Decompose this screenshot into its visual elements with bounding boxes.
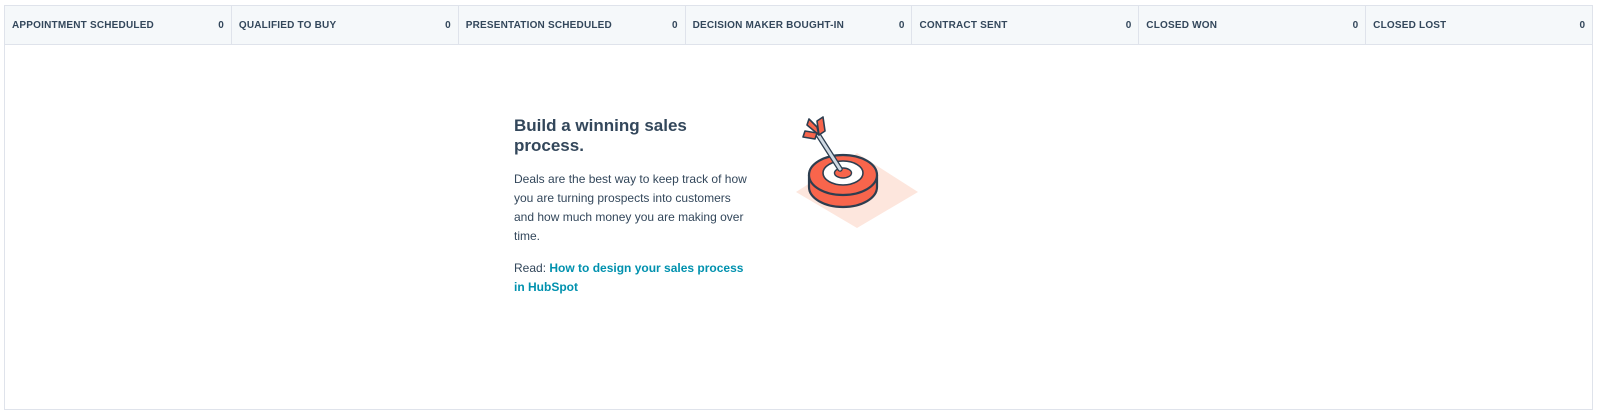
stage-column-closed-won[interactable]: CLOSED WON 0	[1139, 6, 1367, 44]
stage-count: 0	[1125, 19, 1132, 31]
stage-name: CLOSED LOST	[1373, 19, 1447, 31]
stage-count: 0	[672, 19, 678, 31]
empty-state: Build a winning sales process. Deals are…	[514, 116, 754, 297]
target-dart-icon	[795, 115, 919, 233]
stage-column-appointment-scheduled[interactable]: APPOINTMENT SCHEDULED 0	[5, 6, 232, 44]
stage-column-contract-sent[interactable]: CONTRACT SENT 0	[912, 6, 1140, 44]
stage-column-presentation-scheduled[interactable]: PRESENTATION SCHEDULED 0	[459, 6, 686, 44]
stage-name: QUALIFIED TO BUY	[238, 19, 337, 31]
empty-state-description: Deals are the best way to keep track of …	[514, 172, 747, 243]
stage-count: 0	[1352, 19, 1359, 31]
stage-name: CONTRACT SENT	[919, 19, 1008, 31]
stage-count: 0	[218, 19, 224, 31]
stage-name: CLOSED WON	[1146, 19, 1218, 31]
stage-column-qualified-to-buy[interactable]: QUALIFIED TO BUY 0	[232, 6, 459, 44]
stage-name: APPOINTMENT SCHEDULED	[12, 19, 154, 31]
stage-column-decision-maker-bought-in[interactable]: DECISION MAKER BOUGHT-IN 0	[686, 6, 913, 44]
stage-count: 0	[445, 19, 451, 31]
stage-column-closed-lost[interactable]: CLOSED LOST 0	[1366, 6, 1592, 44]
empty-state-read: Read: How to design your sales process i…	[514, 259, 754, 297]
stage-count: 0	[1579, 19, 1586, 31]
stage-name: DECISION MAKER BOUGHT-IN	[692, 19, 845, 31]
empty-state-title: Build a winning sales process.	[514, 116, 687, 155]
sales-process-guide-link[interactable]: How to design your sales process in HubS…	[514, 261, 743, 294]
stage-name: PRESENTATION SCHEDULED	[465, 19, 612, 31]
stage-count: 0	[898, 19, 905, 31]
read-prefix: Read:	[514, 261, 547, 275]
pipeline-stage-header: APPOINTMENT SCHEDULED 0 QUALIFIED TO BUY…	[5, 6, 1592, 45]
